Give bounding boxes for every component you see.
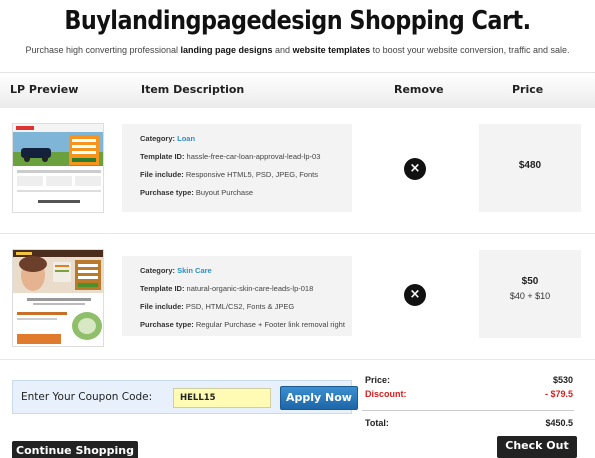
coupon-panel: Enter Your Coupon Code: Apply Now <box>12 380 358 414</box>
cart-table-header: LP Preview Item Description Remove Price <box>0 72 595 108</box>
item-files: File include: Responsive HTML5, PSD, JPE… <box>140 170 352 179</box>
summary-discount-label: Discount: <box>365 389 407 399</box>
template-id-value: hassle-free-car-loan-approval-lead-lp-03 <box>186 152 321 161</box>
item-description: Category: Skin Care Template ID: natural… <box>122 256 352 336</box>
column-header-description: Item Description <box>141 83 245 96</box>
item-template-id: Template ID: hassle-free-car-loan-approv… <box>140 152 352 161</box>
purchase-label: Purchase type: <box>140 320 194 329</box>
purchase-type-value: Regular Purchase + Footer link removal r… <box>195 320 345 329</box>
item-price-box: $480 <box>479 124 581 212</box>
cart-item-row: Category: Skin Care Template ID: natural… <box>0 234 595 360</box>
item-price-box: $50 $40 + $10 <box>479 250 581 338</box>
skin-care-preview-image <box>13 250 103 346</box>
car-loan-preview-image <box>13 124 103 212</box>
column-header-preview: LP Preview <box>10 83 79 96</box>
subtitle-link-templates[interactable]: website templates <box>293 45 371 55</box>
item-category: Category: Skin Care <box>140 266 352 275</box>
summary-discount-value: - $79.5 <box>544 389 573 399</box>
subtitle-text-3: to boost your website conversion, traffi… <box>370 45 570 55</box>
lp-preview-thumbnail[interactable] <box>12 123 104 213</box>
subtitle-text-1: Purchase high converting professional <box>25 45 181 55</box>
checkout-button[interactable]: Check Out <box>497 436 577 458</box>
files-label: File include: <box>140 170 184 179</box>
item-category: Category: Loan <box>140 134 352 143</box>
summary-price-label: Price: <box>365 375 391 385</box>
category-label: Category: <box>140 134 176 143</box>
category-link[interactable]: Loan <box>177 134 195 143</box>
apply-coupon-button[interactable]: Apply Now <box>280 386 358 410</box>
summary-price-value: $530 <box>552 375 573 385</box>
template-label: Template ID: <box>140 284 185 293</box>
purchase-label: Purchase type: <box>140 188 194 197</box>
files-value: PSD, HTML/CS2, Fonts & JPEG <box>185 302 295 311</box>
template-id-value: natural-organic-skin-care-leads-lp-018 <box>186 284 314 293</box>
page-title: Buylandingpagedesign Shopping Cart. <box>64 6 531 36</box>
summary-total-value: $450.5 <box>545 418 573 428</box>
category-link[interactable]: Skin Care <box>177 266 212 275</box>
continue-shopping-button[interactable]: Continue Shopping <box>12 441 138 458</box>
item-purchase-type: Purchase type: Buyout Purchase <box>140 188 352 197</box>
coupon-code-input[interactable] <box>173 388 271 408</box>
purchase-type-value: Buyout Purchase <box>195 188 253 197</box>
item-files: File include: PSD, HTML/CS2, Fonts & JPE… <box>140 302 352 311</box>
coupon-label: Enter Your Coupon Code: <box>21 391 153 403</box>
column-header-remove: Remove <box>394 83 444 96</box>
item-price-detail: $40 + $10 <box>509 291 551 301</box>
files-value: Responsive HTML5, PSD, JPEG, Fonts <box>185 170 318 179</box>
files-label: File include: <box>140 302 184 311</box>
column-header-price: Price <box>512 83 544 96</box>
subtitle-text-2: and <box>272 45 293 55</box>
item-description: Category: Loan Template ID: hassle-free-… <box>122 124 352 212</box>
lp-preview-thumbnail[interactable] <box>12 249 104 347</box>
page-subtitle: Purchase high converting professional la… <box>0 45 595 55</box>
cart-item-row: Category: Loan Template ID: hassle-free-… <box>0 108 595 234</box>
item-purchase-type: Purchase type: Regular Purchase + Footer… <box>140 320 352 329</box>
category-label: Category: <box>140 266 176 275</box>
template-label: Template ID: <box>140 152 185 161</box>
summary-divider <box>362 410 574 411</box>
close-icon[interactable]: × <box>404 284 426 306</box>
item-template-id: Template ID: natural-organic-skin-care-l… <box>140 284 352 293</box>
close-icon[interactable]: × <box>404 158 426 180</box>
summary-total-label: Total: <box>365 418 389 428</box>
subtitle-link-landing[interactable]: landing page designs <box>181 45 273 55</box>
item-price: $50 <box>521 276 539 287</box>
item-price: $480 <box>518 160 542 171</box>
